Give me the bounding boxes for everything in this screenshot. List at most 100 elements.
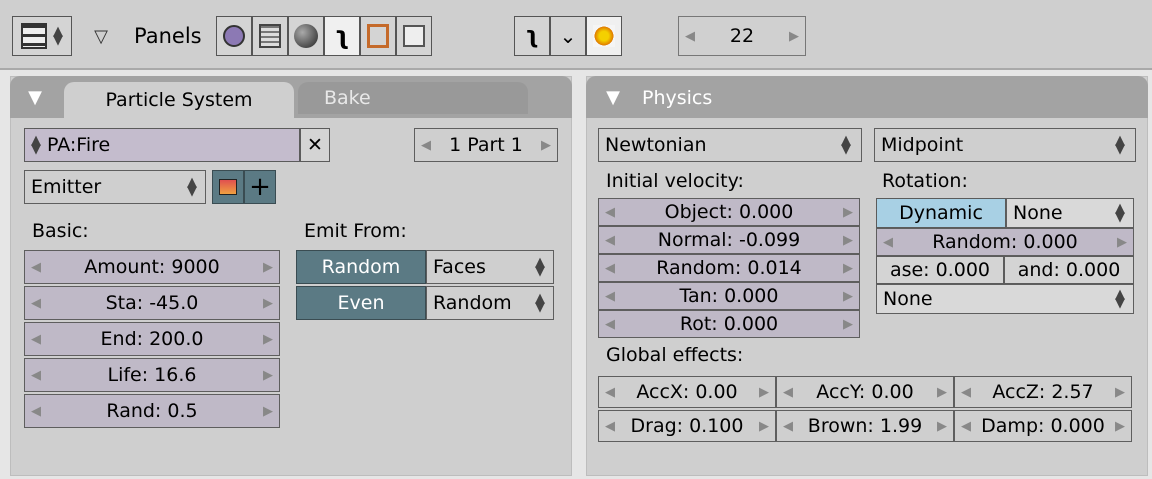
decrement-arrow-icon[interactable]: ◀ xyxy=(25,332,47,347)
decrement-arrow-icon[interactable]: ◀ xyxy=(955,385,977,400)
rand-field-value: Rand: 0.5 xyxy=(106,400,198,422)
decrement-arrow-icon[interactable]: ◀ xyxy=(599,289,621,304)
decrement-arrow-icon[interactable]: ◀ xyxy=(415,138,437,153)
decrement-arrow-icon[interactable]: ◀ xyxy=(599,233,621,248)
angular-velocity-menu[interactable]: None ▲ ▼ xyxy=(876,284,1134,314)
increment-arrow-icon[interactable]: ▶ xyxy=(535,138,557,153)
decrement-arrow-icon[interactable]: ◀ xyxy=(599,419,621,434)
particle-system-index[interactable]: ◀ 1 Part 1 ▶ xyxy=(414,128,558,162)
particle-system-icon[interactable] xyxy=(586,16,622,56)
random-phase-field[interactable]: and: 0.000 xyxy=(1004,256,1134,284)
drag-field[interactable]: ◀ Drag: 0.100 ▶ xyxy=(598,410,776,442)
increment-arrow-icon[interactable]: ▶ xyxy=(837,205,859,220)
collapse-panel-icon[interactable]: ▼ xyxy=(20,82,50,112)
emit-random-toggle[interactable]: Random xyxy=(296,250,426,284)
decrement-arrow-icon[interactable]: ◀ xyxy=(599,317,621,332)
crosshair-icon[interactable]: + xyxy=(244,170,276,204)
decrement-arrow-icon[interactable]: ◀ xyxy=(955,419,977,434)
collapse-panel-icon[interactable]: ▼ xyxy=(598,82,628,112)
increment-arrow-icon[interactable]: ▶ xyxy=(1109,419,1131,434)
start-field[interactable]: ◀ Sta: -45.0 ▶ xyxy=(24,286,280,320)
phase-field[interactable]: ase: 0.000 xyxy=(876,256,1004,284)
amount-field[interactable]: ◀ Amount: 9000 ▶ xyxy=(24,250,280,284)
end-field[interactable]: ◀ End: 200.0 ▶ xyxy=(24,322,280,356)
acc-y-field[interactable]: ◀ AccY: 0.00 ▶ xyxy=(776,376,954,408)
damp-field-value: Damp: 0.000 xyxy=(981,415,1105,437)
increment-arrow-icon[interactable]: ▶ xyxy=(257,332,279,347)
rotation-random-field[interactable]: ◀ Random: 0.000 ▶ xyxy=(876,228,1134,256)
rotation-velocity-field-value: Rot: 0.000 xyxy=(679,313,779,335)
constraint-icon[interactable]: ⌄ xyxy=(550,16,586,56)
decrement-arrow-icon[interactable]: ◀ xyxy=(25,368,47,383)
current-frame-field[interactable]: ◀ 22 ▶ xyxy=(678,16,806,56)
decrement-arrow-icon[interactable]: ◀ xyxy=(777,419,799,434)
decrement-arrow-icon[interactable]: ◀ xyxy=(25,296,47,311)
normal-velocity-field[interactable]: ◀ Normal: -0.099 ▶ xyxy=(598,226,860,254)
collapse-header-icon[interactable]: ▽ xyxy=(86,22,116,50)
increment-arrow-icon[interactable]: ▶ xyxy=(753,385,775,400)
material-sphere-icon[interactable] xyxy=(288,16,324,56)
increment-arrow-icon[interactable]: ▶ xyxy=(837,233,859,248)
increment-arrow-icon[interactable]: ▶ xyxy=(837,261,859,276)
acc-x-field[interactable]: ◀ AccX: 0.00 ▶ xyxy=(598,376,776,408)
rotation-mode-value: None xyxy=(1013,202,1063,224)
increment-arrow-icon[interactable]: ▶ xyxy=(931,419,953,434)
rand-field[interactable]: ◀ Rand: 0.5 ▶ xyxy=(24,394,280,428)
updown-arrow-icon: ▲ ▼ xyxy=(187,175,197,199)
increment-arrow-icon[interactable]: ▶ xyxy=(783,29,805,44)
physics-object-icon[interactable]: ʅ xyxy=(324,16,360,56)
random-velocity-field[interactable]: ◀ Random: 0.014 ▶ xyxy=(598,254,860,282)
increment-arrow-icon[interactable]: ▶ xyxy=(257,296,279,311)
tangent-velocity-field[interactable]: ◀ Tan: 0.000 ▶ xyxy=(598,282,860,310)
acc-z-field[interactable]: ◀ AccZ: 2.57 ▶ xyxy=(954,376,1132,408)
particle-type-menu[interactable]: Emitter ▲ ▼ xyxy=(24,170,206,204)
normal-velocity-field-value: Normal: -0.099 xyxy=(657,229,801,251)
physics-type-menu[interactable]: Newtonian ▲ ▼ xyxy=(598,128,862,162)
particle-settings-field[interactable]: ▲ ▼ PA:Fire xyxy=(24,128,300,162)
increment-arrow-icon[interactable]: ▶ xyxy=(257,368,279,383)
decrement-arrow-icon[interactable]: ◀ xyxy=(877,235,899,250)
tab-bake[interactable]: Bake xyxy=(298,82,528,114)
drag-field-value: Drag: 0.100 xyxy=(630,415,744,437)
decrement-arrow-icon[interactable]: ◀ xyxy=(599,385,621,400)
increment-arrow-icon[interactable]: ▶ xyxy=(257,404,279,419)
decrement-arrow-icon[interactable]: ◀ xyxy=(25,260,47,275)
integrator-menu[interactable]: Midpoint ▲ ▼ xyxy=(874,128,1136,162)
increment-arrow-icon[interactable]: ▶ xyxy=(1109,385,1131,400)
particle-settings-name: PA:Fire xyxy=(47,134,111,156)
increment-arrow-icon[interactable]: ▶ xyxy=(1111,235,1133,250)
increment-arrow-icon[interactable]: ▶ xyxy=(837,289,859,304)
scene-icon[interactable] xyxy=(252,16,288,56)
decrement-arrow-icon[interactable]: ◀ xyxy=(777,385,799,400)
rotation-mode-menu[interactable]: None ▲ ▼ xyxy=(1006,198,1134,228)
decrement-arrow-icon[interactable]: ◀ xyxy=(679,29,701,44)
shading-context-icon[interactable] xyxy=(216,16,252,56)
amount-field-value: Amount: 9000 xyxy=(84,256,220,278)
increment-arrow-icon[interactable]: ▶ xyxy=(753,419,775,434)
increment-arrow-icon[interactable]: ▶ xyxy=(257,260,279,275)
frame-value: 22 xyxy=(729,25,755,47)
image-icon[interactable] xyxy=(396,16,432,56)
brownian-field[interactable]: ◀ Brown: 1.99 ▶ xyxy=(776,410,954,442)
decrement-arrow-icon[interactable]: ◀ xyxy=(25,404,47,419)
emit-even-toggle[interactable]: Even xyxy=(296,286,426,320)
tab-particle-system[interactable]: Particle System xyxy=(64,82,294,118)
object-velocity-field[interactable]: ◀ Object: 0.000 ▶ xyxy=(598,198,860,226)
emit-distribution-menu[interactable]: Random ▲ ▼ xyxy=(426,286,554,320)
rotation-velocity-field[interactable]: ◀ Rot: 0.000 ▶ xyxy=(598,310,860,338)
emit-from-menu[interactable]: Faces ▲ ▼ xyxy=(426,250,554,284)
decrement-arrow-icon[interactable]: ◀ xyxy=(599,261,621,276)
render-emitter-icon[interactable] xyxy=(212,170,244,204)
increment-arrow-icon[interactable]: ▶ xyxy=(931,385,953,400)
close-icon[interactable]: ✕ xyxy=(300,128,330,162)
life-field[interactable]: ◀ Life: 16.6 ▶ xyxy=(24,358,280,392)
increment-arrow-icon[interactable]: ▶ xyxy=(837,317,859,332)
dynamic-rotation-toggle[interactable]: Dynamic xyxy=(876,198,1006,228)
particle-icon[interactable]: ʅ xyxy=(514,16,550,56)
editing-icon[interactable] xyxy=(360,16,396,56)
damp-field[interactable]: ◀ Damp: 0.000 ▶ xyxy=(954,410,1132,442)
acc-z-field-value: AccZ: 2.57 xyxy=(992,381,1094,403)
random-velocity-field-value: Random: 0.014 xyxy=(656,257,802,279)
decrement-arrow-icon[interactable]: ◀ xyxy=(599,205,621,220)
window-type-menu[interactable]: ▲ ▼ xyxy=(12,16,72,56)
